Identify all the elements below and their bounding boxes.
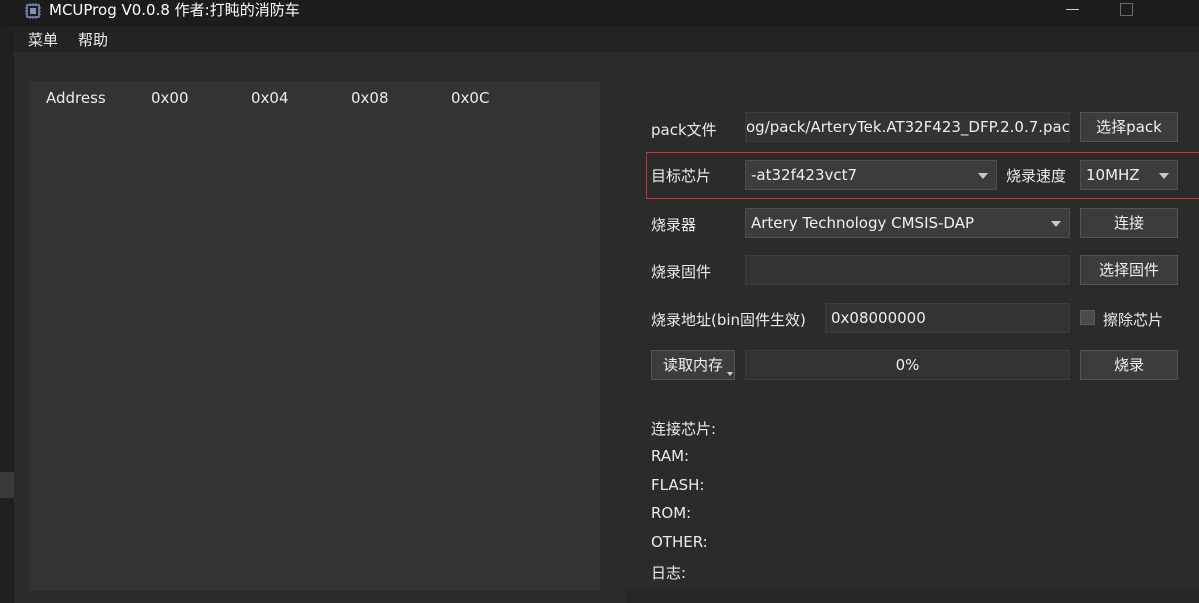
address-field[interactable]: 0x08000000 bbox=[825, 303, 1070, 333]
chevron-down-icon bbox=[978, 173, 988, 179]
connect-button[interactable]: 连接 bbox=[1080, 208, 1178, 238]
pack-file-field[interactable]: og/pack/ArteryTek.AT32F423_DFP.2.0.7.pac… bbox=[745, 112, 1070, 142]
left-edge-panel bbox=[0, 26, 14, 603]
programmer-label: 烧录器 bbox=[651, 216, 697, 234]
memory-header-address: Address bbox=[46, 89, 106, 107]
menu-item-menu[interactable]: 菜单 bbox=[28, 26, 58, 54]
programmer-value: Artery Technology CMSIS-DAP bbox=[751, 214, 975, 232]
connected-chip-label: 连接芯片: bbox=[651, 420, 717, 438]
program-button[interactable]: 烧录 bbox=[1080, 350, 1178, 380]
chevron-down-icon bbox=[1051, 221, 1061, 227]
progress-text: 0% bbox=[895, 356, 920, 374]
address-label: 烧录地址(bin固件生效) bbox=[651, 311, 806, 329]
firmware-field[interactable] bbox=[745, 255, 1070, 285]
other-label: OTHER: bbox=[651, 533, 708, 551]
memory-header-0x00: 0x00 bbox=[151, 89, 189, 107]
speed-value: 10MHZ bbox=[1086, 166, 1140, 184]
progress-bar: 0% bbox=[745, 350, 1070, 380]
window-title: MCUProg V0.0.8 作者:打盹的消防车 bbox=[49, 1, 300, 19]
left-edge-tab[interactable] bbox=[0, 472, 14, 498]
memory-table[interactable] bbox=[29, 81, 600, 591]
minimize-icon[interactable] bbox=[1060, 0, 1086, 20]
target-chip-value: -at32f423vct7 bbox=[751, 166, 858, 184]
select-firmware-button[interactable]: 选择固件 bbox=[1080, 255, 1178, 285]
speed-label: 烧录速度 bbox=[1006, 167, 1067, 185]
menu-bar: 菜单 帮助 bbox=[14, 26, 1199, 52]
log-label: 日志: bbox=[651, 564, 687, 582]
target-chip-label: 目标芯片 bbox=[651, 167, 712, 185]
firmware-label: 烧录固件 bbox=[651, 263, 712, 281]
log-area bbox=[626, 589, 1199, 603]
memory-header-0x04: 0x04 bbox=[251, 89, 289, 107]
programmer-select[interactable]: Artery Technology CMSIS-DAP bbox=[745, 208, 1070, 238]
app-icon bbox=[25, 3, 41, 19]
erase-chip-label[interactable]: 擦除芯片 bbox=[1103, 309, 1163, 330]
select-pack-button[interactable]: 选择pack bbox=[1080, 112, 1178, 142]
memory-header-0x0c: 0x0C bbox=[451, 89, 490, 107]
menu-item-help[interactable]: 帮助 bbox=[78, 26, 108, 54]
ram-label: RAM: bbox=[651, 447, 690, 465]
target-chip-select[interactable]: -at32f423vct7 bbox=[745, 160, 997, 190]
pack-file-label: pack文件 bbox=[651, 121, 717, 139]
menu-arrow-icon bbox=[727, 372, 733, 376]
rom-label: ROM: bbox=[651, 504, 692, 522]
chevron-down-icon bbox=[1159, 173, 1169, 179]
speed-select[interactable]: 10MHZ bbox=[1080, 160, 1178, 190]
maximize-icon[interactable] bbox=[1114, 0, 1140, 20]
read-memory-button[interactable]: 读取内存 bbox=[651, 350, 735, 380]
erase-chip-checkbox[interactable] bbox=[1080, 310, 1095, 325]
memory-header-0x08: 0x08 bbox=[351, 89, 389, 107]
flash-label: FLASH: bbox=[651, 476, 705, 494]
